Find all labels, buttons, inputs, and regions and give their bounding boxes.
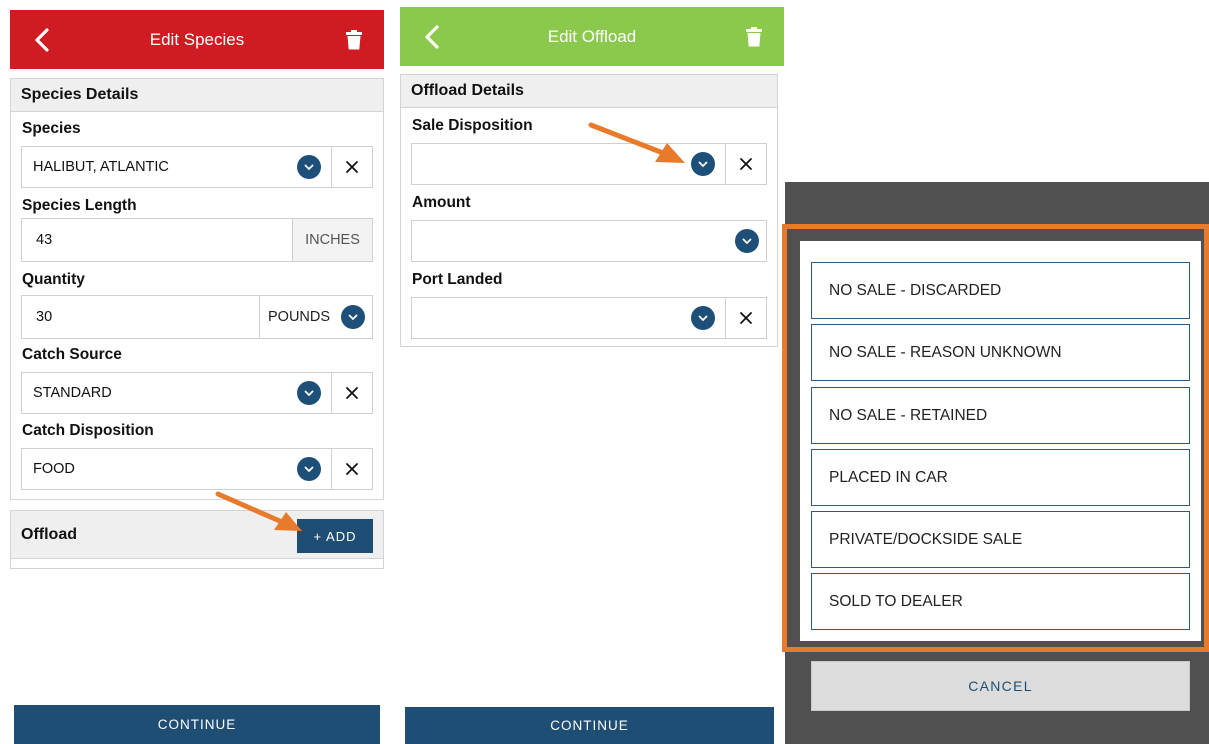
chevron-down-icon[interactable] — [341, 305, 365, 329]
port-landed-label: Port Landed — [412, 271, 503, 288]
edit-offload-header: Edit Offload — [400, 7, 784, 66]
species-select[interactable]: HALIBUT, ATLANTIC — [21, 146, 332, 188]
panel-title: Offload Details — [401, 75, 777, 108]
back-arrow-icon[interactable] — [28, 10, 56, 69]
edit-species-header: Edit Species — [10, 10, 384, 69]
trash-icon[interactable] — [342, 10, 366, 69]
catch-source-label: Catch Source — [22, 346, 122, 363]
panel-title: Species Details — [11, 79, 383, 112]
amount-label: Amount — [412, 194, 471, 211]
picker-option[interactable]: SOLD TO DEALER — [811, 573, 1190, 630]
chevron-down-icon[interactable] — [297, 457, 321, 481]
cancel-button[interactable]: CANCEL — [811, 661, 1190, 711]
picker-option[interactable]: PRIVATE/DOCKSIDE SALE — [811, 511, 1190, 568]
header-title: Edit Species — [149, 29, 245, 49]
catch-disposition-select[interactable]: FOOD — [21, 448, 332, 490]
close-icon — [740, 158, 752, 170]
chevron-down-icon[interactable] — [297, 155, 321, 179]
picker-option[interactable]: PLACED IN CAR — [811, 449, 1190, 506]
picker-option[interactable]: NO SALE - RETAINED — [811, 387, 1190, 444]
chevron-down-icon[interactable] — [297, 381, 321, 405]
catch-source-select[interactable]: STANDARD — [21, 372, 332, 414]
offload-title-text: Offload — [21, 525, 77, 543]
sale-disposition-label: Sale Disposition — [412, 117, 533, 134]
close-icon — [740, 312, 752, 324]
species-length-label: Species Length — [22, 197, 137, 214]
continue-button[interactable]: CONTINUE — [14, 705, 380, 744]
continue-button[interactable]: CONTINUE — [405, 707, 774, 744]
length-unit: INCHES — [292, 218, 373, 262]
species-value: HALIBUT, ATLANTIC — [33, 159, 169, 175]
catch-disposition-label: Catch Disposition — [22, 422, 154, 439]
picker-option[interactable]: NO SALE - REASON UNKNOWN — [811, 324, 1190, 381]
quantity-input[interactable]: 30 — [21, 295, 260, 339]
close-icon — [346, 463, 358, 475]
catch-disposition-value: FOOD — [33, 461, 75, 477]
chevron-down-icon[interactable] — [691, 306, 715, 330]
species-length-value: 43 — [36, 232, 53, 248]
annotation-arrow-icon — [588, 122, 685, 163]
sale-disposition-clear-button[interactable] — [725, 143, 767, 185]
close-icon — [346, 387, 358, 399]
chevron-down-icon[interactable] — [735, 229, 759, 253]
port-landed-clear-button[interactable] — [725, 297, 767, 339]
close-icon — [346, 161, 358, 173]
quantity-value: 30 — [36, 309, 53, 325]
back-arrow-icon[interactable] — [418, 7, 446, 66]
annotation-arrow-icon — [215, 491, 302, 531]
trash-icon[interactable] — [742, 7, 766, 66]
quantity-label: Quantity — [22, 271, 85, 288]
header-title: Edit Offload — [547, 26, 637, 46]
port-landed-select[interactable] — [411, 297, 726, 339]
catch-source-clear-button[interactable] — [331, 372, 373, 414]
picker-option[interactable]: NO SALE - DISCARDED — [811, 262, 1190, 319]
species-length-input[interactable]: 43 — [21, 218, 293, 262]
catch-source-value: STANDARD — [33, 385, 112, 401]
amount-select[interactable] — [411, 220, 767, 262]
species-label: Species — [22, 120, 81, 137]
quantity-unit-select[interactable]: POUNDS — [259, 295, 373, 339]
species-clear-button[interactable] — [331, 146, 373, 188]
catch-disposition-clear-button[interactable] — [331, 448, 373, 490]
